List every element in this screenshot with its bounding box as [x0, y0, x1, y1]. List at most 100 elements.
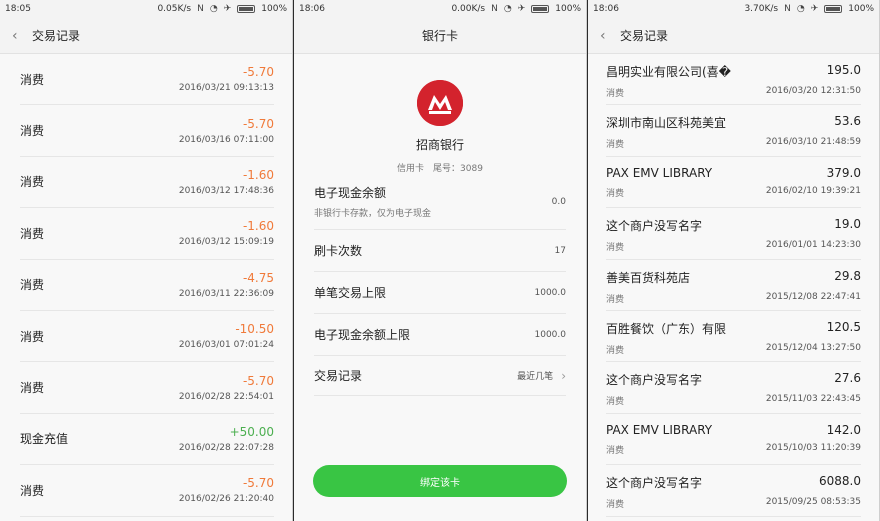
transaction-time: 2016/03/11 22:36:09 [178, 288, 274, 299]
status-bar: 18:06 0.00K/s N ◔ ✈ 100% [294, 0, 586, 18]
transaction-row[interactable]: 现金充值 +50.00 2016/02/28 22:07:28 [20, 414, 274, 466]
airplane-icon: ✈ [223, 4, 232, 14]
detail-label: 电子现金余额 [314, 186, 387, 200]
transaction-row[interactable]: 消费 -1.60 2016/03/12 15:09:19 [20, 208, 274, 260]
merchant-type: 消费 [606, 243, 625, 254]
merchant-time: 2016/03/20 12:31:50 [765, 86, 861, 96]
merchant-row[interactable]: 深圳市南山区科苑美宜 53.6 消费 2016/03/10 21:48:59 [606, 105, 861, 157]
wifi-icon: ◔ [796, 4, 805, 14]
network-speed: 0.00K/s [451, 4, 486, 14]
transaction-time: 2016/03/12 17:48:36 [178, 185, 274, 196]
merchant-row[interactable]: 这个商户没写名字 6088.0 消费 2015/09/25 08:53:35 [606, 465, 861, 517]
merchant-row[interactable]: 昌明实业有限公司(喜� 195.0 消费 2016/03/20 12:31:50 [606, 54, 861, 106]
transaction-type: 消费 [20, 381, 45, 396]
transaction-type: 消费 [20, 329, 45, 344]
transaction-amount: -1.60 [242, 167, 274, 182]
transaction-time: 2016/03/01 07:01:24 [178, 340, 274, 351]
transaction-amount: +50.00 [229, 424, 274, 439]
detail-label: 刷卡次数 [314, 244, 363, 258]
airplane-icon: ✈ [517, 4, 526, 14]
merchant-row[interactable]: PAX EMV LIBRARY 142.0 消费 2015/10/03 11:20:3… [606, 414, 861, 466]
transaction-amount: -1.60 [242, 219, 274, 234]
merchant-amount: 53.6 [834, 114, 861, 129]
merchant-row[interactable]: 这个商户没写名字 27.6 消费 2015/11/03 22:43:45 [606, 362, 861, 414]
bank-name: 招商银行 [415, 138, 464, 152]
merchant-row[interactable]: 善美百货科苑店 29.8 消费 2015/12/08 22:47:41 [606, 260, 861, 311]
transaction-amount: -5.70 [242, 476, 274, 491]
transaction-type: 消费 [20, 278, 45, 293]
merchant-type: 消费 [606, 500, 625, 511]
merchant-time: 2016/01/01 14:23:30 [765, 240, 861, 251]
transaction-type: 消费 [20, 483, 45, 498]
network-speed: 0.05K/s [157, 4, 192, 14]
merchant-name: 百胜餐饮（广东）有限 [606, 321, 727, 336]
merchant-row[interactable]: PAX EMV LIBRARY 379.0 消费 2016/02/10 19:39:2… [606, 157, 861, 209]
transaction-row[interactable]: 消费 -1.60 2016/03/12 17:48:36 [20, 157, 274, 209]
status-bar: 18:06 3.70K/s N ◔ ✈ 100% [588, 0, 879, 18]
detail-value: 0.0 [551, 196, 566, 207]
merchant-name: PAX EMV LIBRARY [606, 165, 713, 180]
status-time: 18:06 [299, 4, 325, 14]
bank-header: 招商银行 信用卡 尾号：3089 [294, 54, 586, 174]
bank-card-screen: 18:06 0.00K/s N ◔ ✈ 100% 银行卡 招商银行 信用卡 尾号… [294, 0, 587, 521]
network-speed: 3.70K/s [744, 4, 779, 14]
transaction-row[interactable]: 消费 -4.75 2016/03/11 22:36:09 [20, 260, 274, 311]
back-arrow-icon[interactable]: ‹ [600, 28, 610, 44]
nfc-icon: N [784, 4, 791, 14]
detail-label: 单笔交易上限 [314, 286, 387, 300]
title-bar: 银行卡 [294, 18, 586, 54]
bind-card-button[interactable]: 绑定该卡 [313, 465, 567, 497]
status-time: 18:05 [5, 4, 31, 14]
merchant-type: 消费 [606, 397, 625, 408]
transaction-type: 消费 [20, 124, 45, 139]
merchant-amount: 27.6 [834, 371, 861, 386]
merchant-time: 2015/12/04 13:27:50 [765, 342, 861, 353]
merchant-row[interactable]: 百胜餐饮（广东）有限 120.5 消费 2015/12/04 13:27:50 [606, 311, 861, 363]
airplane-icon: ✈ [810, 4, 819, 14]
nfc-icon: N [491, 4, 498, 14]
merchant-type: 消费 [606, 445, 625, 456]
merchant-time: 2016/03/10 21:48:59 [765, 137, 861, 148]
card-detail-row[interactable]: 交易记录 最近几笔 › [314, 356, 566, 396]
merchant-amount: 120.5 [826, 319, 861, 334]
battery-icon [531, 5, 550, 13]
transaction-type: 消费 [20, 72, 45, 87]
merchant-amount: 29.8 [834, 268, 861, 283]
wifi-icon: ◔ [503, 4, 512, 14]
chevron-right-icon: › [561, 368, 566, 383]
transaction-time: 2016/03/21 09:13:13 [178, 83, 274, 94]
transaction-time: 2016/03/12 15:09:19 [178, 237, 274, 248]
status-time: 18:06 [593, 4, 619, 14]
merchant-name: 昌明实业有限公司(喜� [606, 65, 731, 79]
card-detail-row: 电子现金余额上限 1000.0 [314, 314, 566, 356]
merchant-time: 2015/10/03 11:20:39 [765, 442, 861, 453]
transaction-amount: -5.70 [242, 65, 274, 80]
transaction-row[interactable]: 消费 -5.70 2016/03/16 07:11:00 [20, 105, 274, 157]
title-bar: ‹ 交易记录 [0, 18, 292, 54]
merchant-row[interactable]: 这个商户没写名字 19.0 消费 2016/01/01 14:23:30 [606, 208, 861, 260]
merchant-type: 消费 [606, 345, 625, 356]
detail-value: 1000.0 [534, 329, 567, 340]
merchant-time: 2015/09/25 08:53:35 [765, 497, 861, 508]
merchant-name: 善美百货科苑店 [606, 270, 691, 285]
transaction-screen-1: 18:05 0.05K/s N ◔ ✈ 100% ‹ 交易记录 消费 -5.70 2… [0, 0, 293, 521]
transaction-amount: -10.50 [235, 322, 274, 337]
transaction-time: 2016/02/28 22:54:01 [178, 391, 274, 402]
merchant-amount: 142.0 [826, 422, 861, 437]
merchant-time: 2015/12/08 22:47:41 [765, 291, 861, 302]
card-detail-row: 电子现金余额 非银行卡存款，仅为电子现金 0.0 [314, 174, 566, 230]
transaction-type: 消费 [20, 226, 45, 241]
transaction-row[interactable]: 消费 -5.70 2016/03/21 09:13:13 [20, 54, 274, 106]
transaction-row[interactable]: 消费 -10.50 2016/03/01 07:01:24 [20, 311, 274, 363]
transaction-type: 消费 [20, 175, 45, 190]
battery-level: 100% [261, 4, 287, 14]
back-arrow-icon[interactable]: ‹ [12, 28, 22, 44]
transaction-row[interactable]: 消费 -5.70 2016/02/26 21:20:40 [20, 465, 274, 517]
page-title: 交易记录 [620, 29, 669, 43]
merchant-amount: 6088.0 [819, 474, 861, 489]
merchant-name: 这个商户没写名字 [606, 476, 703, 491]
merchant-amount: 379.0 [826, 165, 861, 180]
merchant-type: 消费 [606, 89, 625, 99]
transaction-row[interactable]: 消费 -5.70 2016/02/28 22:54:01 [20, 362, 274, 414]
battery-icon [237, 5, 256, 13]
